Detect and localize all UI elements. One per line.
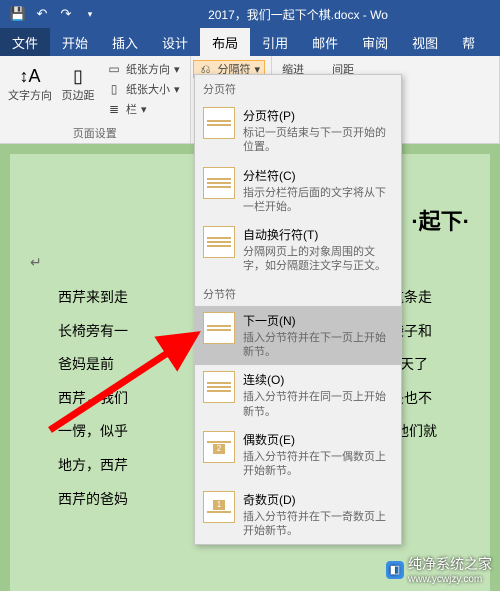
odd-page-title: 奇数页(D) <box>243 491 393 508</box>
column-break-desc: 指示分栏符后面的文字将从下一栏开始。 <box>243 186 393 215</box>
columns-button[interactable]: ≣ 栏▾ <box>102 100 184 118</box>
next-page-icon <box>203 312 235 344</box>
tab-file[interactable]: 文件 <box>0 28 50 56</box>
text-wrap-icon <box>203 226 235 258</box>
group-page-setup: ↕A 文字方向 ▯ 页边距 ▭ 纸张方向▾ ▯ 纸张大小▾ ≣ 栏▾ <box>0 56 191 143</box>
option-next-page[interactable]: 下一页(N) 插入分节符并在下一页上开始新节。 <box>195 306 401 366</box>
even-page-title: 偶数页(E) <box>243 431 393 448</box>
qat-customize-icon[interactable]: ▾ <box>78 2 102 26</box>
odd-page-desc: 插入分节符并在下一奇数页上开始新节。 <box>243 510 393 539</box>
text-direction-button[interactable]: ↕A 文字方向 <box>6 60 54 104</box>
page-break-desc: 标记一页结束与下一页开始的位置。 <box>243 126 393 155</box>
option-continuous[interactable]: 连续(O) 插入分节符并在同一页上开始新节。 <box>195 365 401 425</box>
column-break-icon <box>203 167 235 199</box>
continuous-title: 连续(O) <box>243 371 393 388</box>
group-page-setup-label: 页面设置 <box>6 123 184 141</box>
margins-icon: ▯ <box>64 62 92 90</box>
tab-references[interactable]: 引用 <box>250 28 300 56</box>
watermark-badge-icon: ◧ <box>386 561 404 579</box>
tab-help[interactable]: 帮 <box>450 28 487 56</box>
text-direction-icon: ↕A <box>16 62 44 90</box>
odd-page-icon: 1 <box>203 491 235 523</box>
even-page-icon: 2 <box>203 431 235 463</box>
columns-icon: ≣ <box>106 101 122 117</box>
columns-label: 栏 <box>126 101 137 117</box>
window-title: 2017，我们一起下个棋.docx - Wo <box>102 6 494 23</box>
undo-icon[interactable]: ↶ <box>30 2 54 26</box>
size-button[interactable]: ▯ 纸张大小▾ <box>102 80 184 98</box>
option-text-wrap[interactable]: 自动换行符(T) 分隔网页上的对象周围的文字，如分隔题注文字与正文。 <box>195 220 401 280</box>
option-even-page[interactable]: 2 偶数页(E) 插入分节符并在下一偶数页上开始新节。 <box>195 425 401 485</box>
column-break-title: 分栏符(C) <box>243 167 393 184</box>
size-label: 纸张大小 <box>126 81 170 97</box>
option-column-break[interactable]: 分栏符(C) 指示分栏符后面的文字将从下一栏开始。 <box>195 161 401 221</box>
text-direction-label: 文字方向 <box>8 90 52 102</box>
ribbon-tabs: 文件 开始 插入 设计 布局 引用 邮件 审阅 视图 帮 <box>0 28 500 56</box>
save-icon[interactable]: 💾 <box>6 2 30 26</box>
size-icon: ▯ <box>106 81 122 97</box>
text-wrap-title: 自动换行符(T) <box>243 226 393 243</box>
margins-label: 页边距 <box>62 90 95 102</box>
tab-layout[interactable]: 布局 <box>200 28 250 56</box>
tab-review[interactable]: 审阅 <box>350 28 400 56</box>
title-bar: 💾 ↶ ↷ ▾ 2017，我们一起下个棋.docx - Wo <box>0 0 500 28</box>
watermark-text: 纯净系统之家 <box>408 554 492 574</box>
text-wrap-desc: 分隔网页上的对象周围的文字，如分隔题注文字与正文。 <box>243 245 393 274</box>
dropdown-header-section-breaks: 分节符 <box>195 280 401 306</box>
watermark-url: www.ycwjzy.com <box>408 574 492 585</box>
next-page-desc: 插入分节符并在下一页上开始新节。 <box>243 331 393 360</box>
redo-icon[interactable]: ↷ <box>54 2 78 26</box>
margins-button[interactable]: ▯ 页边距 <box>54 60 102 104</box>
tab-design[interactable]: 设计 <box>150 28 200 56</box>
option-odd-page[interactable]: 1 奇数页(D) 插入分节符并在下一奇数页上开始新节。 <box>195 485 401 545</box>
continuous-desc: 插入分节符并在同一页上开始新节。 <box>243 390 393 419</box>
breaks-dropdown: 分页符 分页符(P) 标记一页结束与下一页开始的位置。 分栏符(C) 指示分栏符… <box>194 74 402 545</box>
continuous-icon <box>203 371 235 403</box>
option-page-break[interactable]: 分页符(P) 标记一页结束与下一页开始的位置。 <box>195 101 401 161</box>
tab-mailings[interactable]: 邮件 <box>300 28 350 56</box>
dropdown-header-page-breaks: 分页符 <box>195 75 401 101</box>
watermark: ◧ 纯净系统之家 www.ycwjzy.com <box>386 554 492 585</box>
even-page-desc: 插入分节符并在下一偶数页上开始新节。 <box>243 450 393 479</box>
page-break-title: 分页符(P) <box>243 107 393 124</box>
tab-insert[interactable]: 插入 <box>100 28 150 56</box>
orientation-icon: ▭ <box>106 61 122 77</box>
orientation-label: 纸张方向 <box>126 61 170 77</box>
page-break-icon <box>203 107 235 139</box>
orientation-button[interactable]: ▭ 纸张方向▾ <box>102 60 184 78</box>
tab-home[interactable]: 开始 <box>50 28 100 56</box>
next-page-title: 下一页(N) <box>243 312 393 329</box>
tab-view[interactable]: 视图 <box>400 28 450 56</box>
